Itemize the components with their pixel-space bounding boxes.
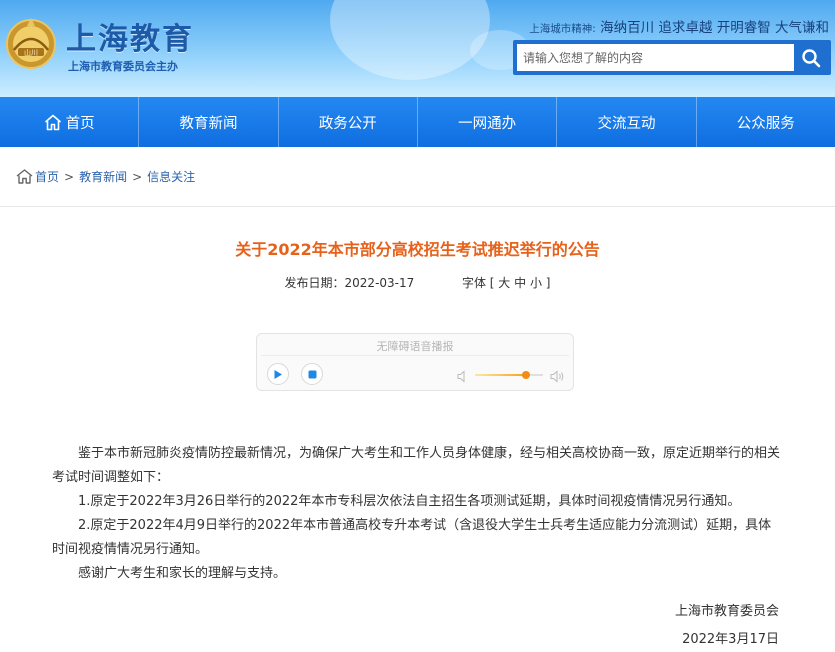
article-body: 鉴于本市新冠肺炎疫情防控最新情况，为确保广大考生和工作人员身体健康，经与相关高校… [52, 442, 780, 586]
nav-item-education-news[interactable]: 教育新闻 [139, 97, 279, 147]
stop-icon [308, 370, 316, 378]
home-icon [44, 114, 62, 131]
city-spirit-text: 海纳百川 追求卓越 开明睿智 大气谦和 [600, 20, 829, 36]
volume-slider-fill [475, 374, 526, 376]
breadcrumb-separator: > [132, 169, 143, 184]
search-button[interactable] [794, 44, 827, 71]
font-size-small[interactable]: 小 [530, 276, 542, 290]
breadcrumb-info-link[interactable]: 信息关注 [147, 168, 195, 185]
volume-low-icon[interactable] [457, 368, 469, 387]
article-title: 关于2022年本市部分高校招生考试推迟举行的公告 [235, 240, 600, 259]
play-button[interactable] [267, 363, 289, 385]
audio-player: 无障碍语音播报 [256, 333, 574, 391]
article-sign-date: 2022年3月17日 [682, 632, 779, 647]
nav-item-public-services[interactable]: 公众服务 [697, 97, 835, 147]
breadcrumb: 首页 > 教育新闻 > 信息关注 [16, 168, 195, 185]
article-meta: 发布日期：2022-03-17 字体 [ 大 中 小 ] [0, 274, 835, 291]
nav-item-label: 一网通办 [458, 115, 517, 132]
player-label: 无障碍语音播报 [376, 340, 454, 353]
site-header: 山川 上海教育 上海市教育委员会主办 上海城市精神: 海纳百川 追求卓越 开明睿… [0, 0, 835, 97]
home-icon [16, 169, 33, 184]
nav-item-interaction[interactable]: 交流互动 [557, 97, 697, 147]
font-size-large[interactable]: 大 [498, 276, 510, 290]
city-spirit: 上海城市精神: 海纳百川 追求卓越 开明睿智 大气谦和 [529, 16, 829, 36]
header-decoration [330, 0, 490, 80]
nav-item-government-affairs[interactable]: 政务公开 [279, 97, 418, 147]
article-signature: 上海市教育委员会 [674, 604, 779, 619]
play-icon [274, 369, 282, 379]
nav-item-online-services[interactable]: 一网通办 [418, 97, 558, 147]
site-title[interactable]: 上海教育 [66, 14, 194, 58]
font-size-label: 字体 [ [461, 276, 495, 290]
article-paragraph: 2.原定于2022年4月9日举行的2022年本市普通高校专升本考试（含退役大学生… [52, 518, 772, 557]
nav-item-label: 教育新闻 [179, 115, 238, 132]
stop-button[interactable] [301, 363, 323, 385]
font-size-bracket: ] [545, 276, 551, 290]
article-paragraph: 感谢广大考生和家长的理解与支持。 [78, 566, 287, 581]
nav-item-label: 交流互动 [597, 115, 656, 132]
nav-item-home[interactable]: 首页 [0, 97, 140, 147]
main-nav: 首页 教育新闻 政务公开 一网通办 交流互动 公众服务 [0, 97, 835, 147]
divider [0, 206, 835, 207]
volume-slider[interactable] [475, 371, 543, 379]
volume-slider-handle[interactable] [522, 371, 530, 379]
article-paragraph: 1.原定于2022年3月26日举行的2022年本市专科层次依法自主招生各项测试延… [78, 494, 741, 509]
font-size-medium[interactable]: 中 [514, 276, 526, 290]
volume-high-icon[interactable] [550, 368, 566, 387]
player-divider [261, 355, 569, 356]
publish-date: 2022-03-17 [344, 276, 415, 290]
publish-date-label: 发布日期： [284, 276, 345, 290]
breadcrumb-home-link[interactable]: 首页 [35, 168, 59, 185]
city-spirit-label: 上海城市精神: [529, 23, 596, 35]
search-icon [801, 48, 820, 67]
site-logo-emblem[interactable]: 山川 [4, 14, 58, 70]
site-subtitle: 上海市教育委员会主办 [68, 60, 178, 73]
article-paragraph: 鉴于本市新冠肺炎疫情防控最新情况，为确保广大考生和工作人员身体健康，经与相关高校… [52, 446, 781, 485]
nav-item-label: 政务公开 [318, 115, 377, 132]
breadcrumb-separator: > [64, 169, 75, 184]
emblem-text: 山川 [24, 48, 38, 57]
search-box [513, 40, 831, 75]
search-input[interactable] [517, 44, 794, 71]
breadcrumb-news-link[interactable]: 教育新闻 [79, 168, 127, 185]
nav-item-label: 首页 [65, 115, 95, 132]
nav-item-label: 公众服务 [736, 115, 795, 132]
